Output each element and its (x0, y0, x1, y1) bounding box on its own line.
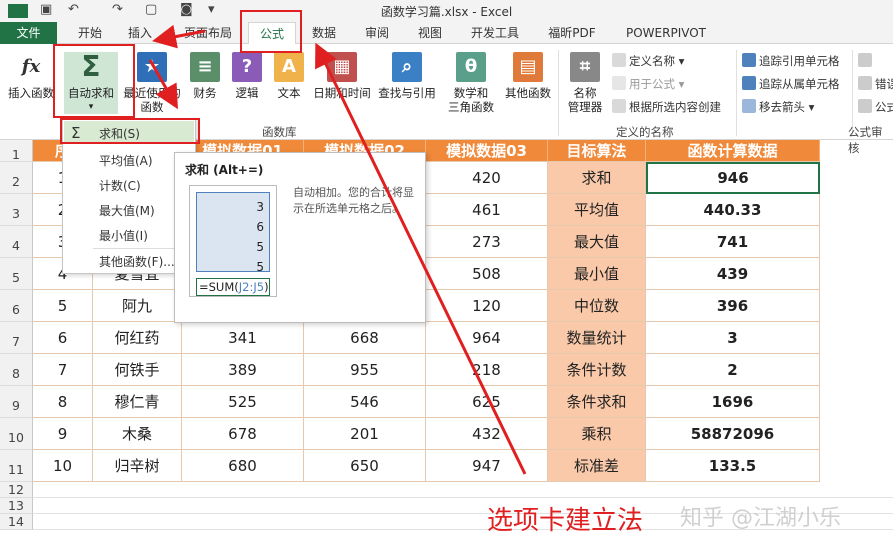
annotation-caption: 选项卡建立法 (487, 506, 644, 536)
annotation-arrows (148, 24, 527, 475)
arrow-to-insert-tab (152, 24, 206, 49)
watermark: 知乎 @江湖小乐 (680, 506, 841, 531)
arrow-to-formulas-tab (315, 42, 527, 475)
arrow-to-dropdown (148, 59, 178, 110)
